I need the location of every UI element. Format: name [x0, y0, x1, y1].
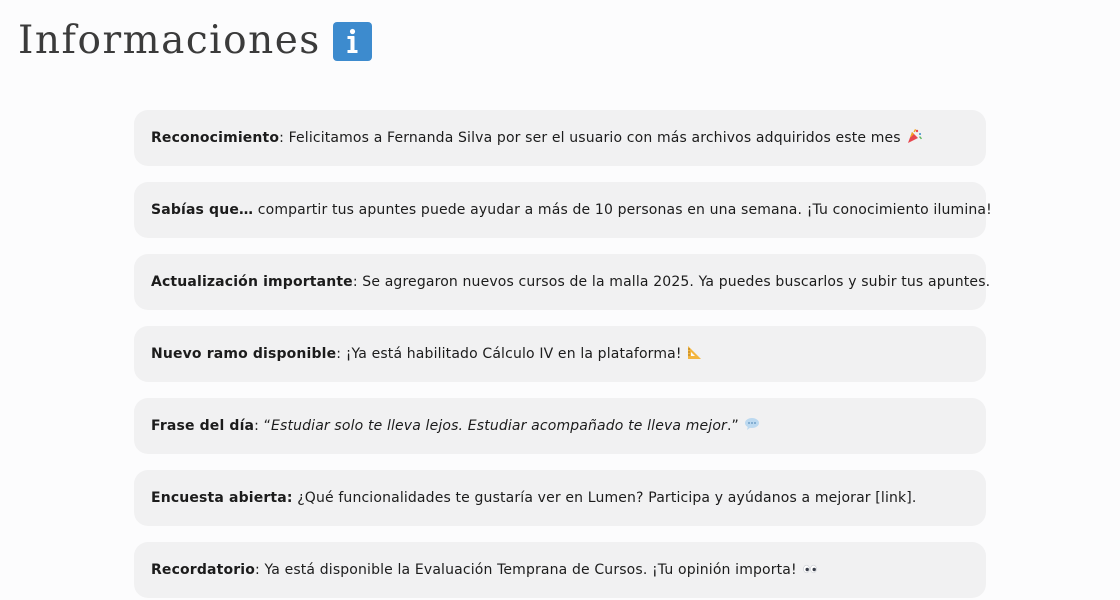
page: Informaciones Reconocimiento: Felicitamo…	[0, 0, 1120, 600]
announcement-text: Ya está disponible la Evaluación Tempran…	[264, 562, 797, 578]
announcement-text: ¿Qué funcionalidades te gustaría ver en …	[297, 490, 917, 506]
announcement-card-recordatorio: Recordatorio: Ya está disponible la Eval…	[134, 542, 986, 598]
triangular-ruler-icon	[687, 344, 703, 364]
announcement-text: ¡Ya está habilitado Cálculo IV en la pla…	[345, 346, 682, 362]
party-popper-icon	[906, 128, 922, 148]
info-icon	[332, 21, 372, 61]
announcement-card-actualizacion: Actualización importante: Se agregaron n…	[134, 254, 990, 310]
announcement-card-sabias-que: Sabías que… compartir tus apuntes puede …	[134, 182, 992, 238]
announcement-card-encuesta: Encuesta abierta: ¿Qué funcionalidades t…	[134, 470, 986, 526]
announcement-separator: :	[352, 274, 363, 290]
announcement-text: Se agregaron nuevos cursos de la malla 2…	[362, 274, 991, 290]
speech-bubble-icon	[744, 417, 760, 435]
announcement-separator: : “	[254, 418, 272, 434]
announcement-label: Reconocimiento	[151, 130, 280, 146]
announcement-label: Nuevo ramo disponible	[151, 346, 337, 362]
announcement-quote: Estudiar solo te lleva lejos. Estudiar a…	[271, 418, 727, 434]
header: Informaciones	[18, 18, 372, 64]
announcement-quote-end: .”	[726, 418, 739, 434]
announcement-text: Felicitamos a Fernanda Silva por ser el …	[288, 130, 901, 146]
announcement-text: compartir tus apuntes puede ayudar a más…	[257, 202, 992, 218]
announcement-card-frase-del-dia: Frase del día: “Estudiar solo te lleva l…	[134, 398, 986, 454]
announcement-label: Frase del día	[151, 418, 255, 434]
announcement-separator: :	[336, 346, 346, 362]
announcement-label: Recordatorio	[151, 562, 255, 578]
announcement-separator: :	[279, 130, 289, 146]
announcement-label: Sabías que…	[151, 202, 254, 218]
announcement-list: Reconocimiento: Felicitamos a Fernanda S…	[134, 110, 992, 600]
page-title: Informaciones	[18, 18, 321, 63]
eyes-icon	[802, 562, 818, 578]
announcement-label: Encuesta abierta:	[151, 490, 293, 506]
announcement-card-nuevo-ramo: Nuevo ramo disponible: ¡Ya está habilita…	[134, 326, 986, 382]
announcement-card-reconocimiento: Reconocimiento: Felicitamos a Fernanda S…	[134, 110, 986, 166]
announcement-label: Actualización importante	[151, 274, 353, 290]
